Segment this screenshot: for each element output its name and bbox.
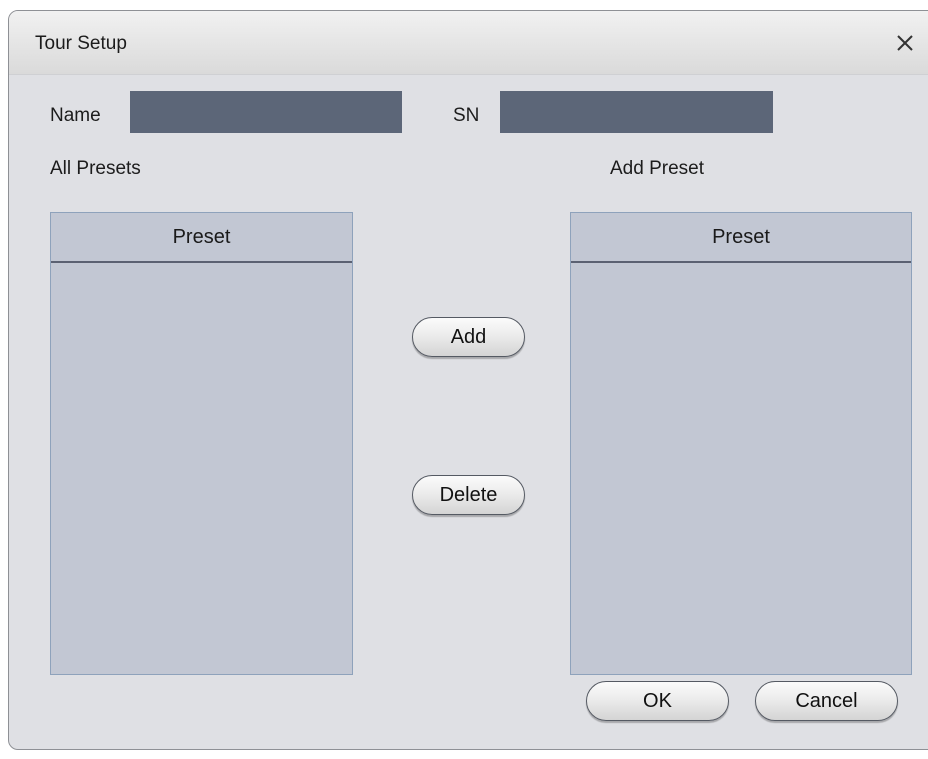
add-button[interactable]: Add — [412, 317, 525, 357]
all-presets-list[interactable]: Preset — [50, 212, 353, 675]
dialog-title: Tour Setup — [35, 33, 127, 54]
sn-label: SN — [453, 105, 480, 126]
name-label: Name — [50, 105, 101, 126]
sn-input[interactable] — [500, 91, 773, 133]
add-preset-column-header[interactable]: Preset — [571, 213, 911, 263]
tour-setup-dialog: Tour Setup Name SN All Presets Add Prese… — [8, 10, 928, 750]
add-preset-heading: Add Preset — [610, 158, 704, 179]
name-input[interactable] — [130, 91, 402, 133]
delete-button[interactable]: Delete — [412, 475, 525, 515]
cancel-button[interactable]: Cancel — [755, 681, 898, 721]
close-button[interactable] — [887, 25, 923, 61]
add-preset-list-body[interactable] — [571, 263, 911, 674]
ok-button[interactable]: OK — [586, 681, 729, 721]
all-presets-column-header[interactable]: Preset — [51, 213, 352, 263]
all-presets-heading: All Presets — [50, 158, 141, 179]
close-icon — [897, 35, 913, 51]
title-bar[interactable]: Tour Setup — [9, 11, 928, 75]
add-preset-list[interactable]: Preset — [570, 212, 912, 675]
all-presets-list-body[interactable] — [51, 263, 352, 674]
